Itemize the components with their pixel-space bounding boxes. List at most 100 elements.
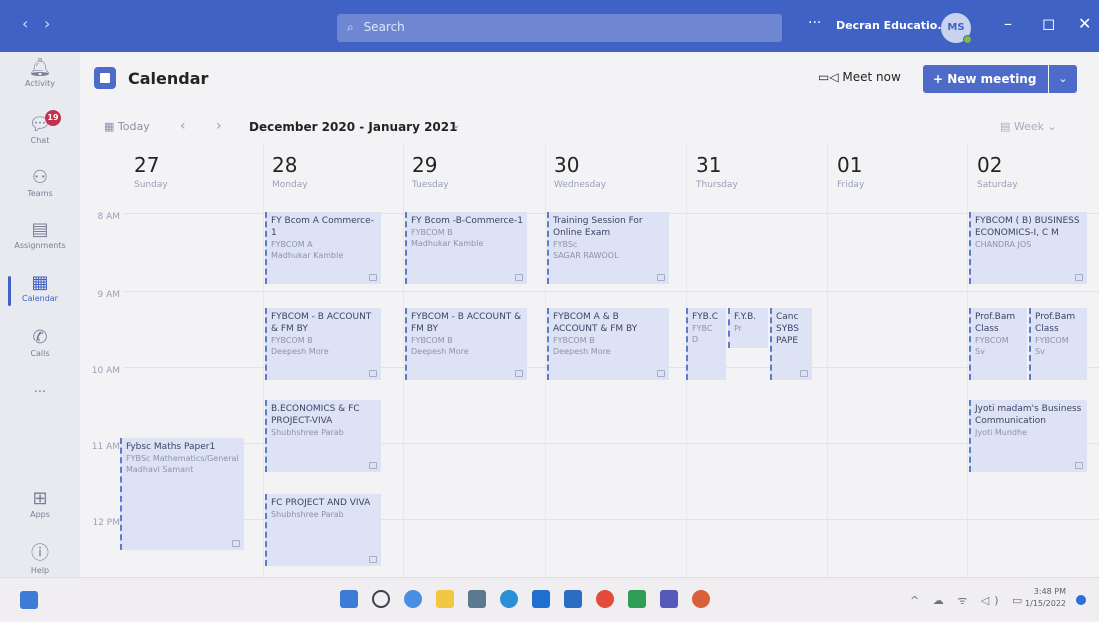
rail-item-activity[interactable]: 🔔︎ Activity [0, 57, 80, 88]
today-button[interactable]: ▦ Today [104, 120, 150, 133]
app-icon[interactable] [692, 590, 710, 608]
calculator-icon[interactable] [468, 590, 486, 608]
calendar-event[interactable]: FYBCOM - B ACCOUNT & FM BY FYBCOM B Deep… [265, 308, 381, 380]
calendar-event[interactable]: FYB.C FYBC D [686, 308, 726, 380]
camera-icon[interactable] [628, 590, 646, 608]
notification-icon[interactable] [1076, 595, 1086, 605]
previous-week-button[interactable]: ‹ [180, 118, 186, 134]
day-number: 01 [837, 153, 863, 177]
calendar-small-icon: ▦ [104, 120, 118, 133]
minimize-button[interactable]: – [1004, 14, 1012, 33]
app-rail: 🔔︎ Activity 💬︎ 19 Chat ⚇ Teams ▤ Assignm… [0, 52, 80, 577]
calendar-event[interactable]: Canc SYBS PAPE [770, 308, 812, 380]
rail-label: Activity [25, 79, 55, 88]
calendar-event[interactable]: FY Bcom -B-Commerce-1 FYBCOM B Madhukar … [405, 212, 527, 284]
rail-item-calendar[interactable]: ▦ Calendar [0, 272, 80, 306]
lens-app-icon[interactable] [532, 590, 550, 608]
forward-arrow-icon[interactable]: › [44, 14, 50, 33]
rail-item-more[interactable]: ··· [0, 385, 80, 400]
rail-item-help[interactable]: ⓘ Help [0, 539, 80, 575]
calendar-event[interactable]: FYBCOM ( B) BUSINESS ECONOMICS-I, C M CH… [969, 212, 1087, 284]
event-organizer: Sv [1035, 347, 1045, 356]
day-name: Sunday [134, 180, 168, 190]
day-name: Friday [837, 180, 865, 190]
event-title: B.ECONOMICS & FC PROJECT-VIVA [271, 404, 360, 426]
new-meeting-dropdown[interactable]: ⌄ [1049, 65, 1077, 93]
chevron-down-icon[interactable]: ⌄ [452, 120, 460, 131]
start-icon[interactable] [340, 590, 358, 608]
event-title: FYBCOM - B ACCOUNT & FM BY [411, 312, 522, 334]
video-camera-icon: ▭◁ [818, 70, 843, 84]
event-title: Prof.Bam Class [975, 312, 1016, 334]
rail-item-chat[interactable]: 💬︎ 19 Chat [0, 110, 80, 145]
windows-taskbar: ^ ☁ ᯤ ◁) ▭ 3:48 PM 1/15/2022 [0, 577, 1099, 622]
day-name: Thursday [696, 180, 738, 190]
search-input[interactable]: ⌕ Search [337, 14, 782, 42]
rail-item-apps[interactable]: ⊞ Apps [0, 488, 80, 519]
event-title: F.Y.B. [734, 312, 757, 322]
org-name[interactable]: Decran Educatio... [836, 19, 950, 32]
event-title: FY Bcom A Commerce-1 [271, 216, 374, 238]
rail-item-assignments[interactable]: ▤ Assignments [0, 219, 80, 250]
calendar-event[interactable]: F.Y.B. Pr [728, 308, 768, 348]
new-meeting-button[interactable]: + New meeting [923, 65, 1048, 93]
date-range[interactable]: December 2020 - January 2021 [249, 120, 457, 134]
chevron-down-icon: ⌄ [1058, 72, 1068, 85]
channel-icon [515, 370, 523, 377]
event-organizer: Deepesh More [271, 347, 329, 356]
event-title: Jyoti madam's Business Communication [975, 404, 1082, 426]
calendar-event[interactable]: FYBCOM A & B ACCOUNT & FM BY FYBCOM B De… [547, 308, 669, 380]
calendar-event[interactable]: Prof.Bam Class FYBCOM Sv [1029, 308, 1087, 380]
rail-label: Teams [27, 189, 53, 198]
calendar-event[interactable]: B.ECONOMICS & FC PROJECT-VIVA Shubhshree… [265, 400, 381, 472]
bell-icon: 🔔︎ [28, 57, 52, 78]
column-divider [545, 144, 546, 577]
day-number: 27 [134, 153, 160, 177]
calendar-event[interactable]: FY Bcom A Commerce-1 FYBCOM A Madhukar K… [265, 212, 381, 284]
calendar-event[interactable]: Fybsc Maths Paper1 FYBSc Mathematics/Gen… [120, 438, 244, 550]
chrome-icon[interactable] [596, 590, 614, 608]
hour-line [124, 291, 1099, 292]
close-button[interactable]: ✕ [1078, 14, 1091, 33]
mail-icon[interactable] [564, 590, 582, 608]
system-tray[interactable]: ^ ☁ ᯤ ◁) ▭ [910, 593, 1027, 608]
calendar-view-icon: ▤ [1000, 120, 1014, 133]
day-name: Saturday [977, 180, 1018, 190]
today-label: Today [117, 120, 150, 133]
edge-browser-icon[interactable] [500, 590, 518, 608]
event-subtitle: FYBCOM [1035, 336, 1069, 345]
day-name: Wednesday [554, 180, 607, 190]
search-icon[interactable] [372, 590, 390, 608]
meet-now-button[interactable]: ▭◁ Meet now [818, 70, 901, 84]
calendar-event[interactable]: FC PROJECT AND VIVA Shubhshree Parab [265, 494, 381, 566]
maximize-button[interactable]: ◻ [1042, 14, 1055, 33]
calendar-event[interactable]: Training Session For Online Exam FYBSc S… [547, 212, 669, 284]
calendar-event[interactable]: FYBCOM - B ACCOUNT & FM BY FYBCOM B Deep… [405, 308, 527, 380]
calendar-event[interactable]: Jyoti madam's Business Communication Jyo… [969, 400, 1087, 472]
next-week-button[interactable]: › [216, 118, 222, 134]
search-placeholder: Search [363, 20, 405, 34]
phone-icon: ✆ [32, 327, 48, 348]
teams-app-icon[interactable] [660, 590, 678, 608]
widgets-icon[interactable] [20, 591, 38, 609]
back-arrow-icon[interactable]: ‹ [22, 14, 28, 33]
channel-icon [369, 462, 377, 469]
event-subtitle: FYBCOM B [411, 228, 453, 237]
event-title: Canc SYBS PAPE [776, 312, 799, 346]
event-organizer: D [692, 335, 699, 344]
channel-icon [232, 540, 240, 547]
event-organizer: SAGAR RAWOOL [553, 251, 619, 260]
chat-app-icon[interactable] [404, 590, 422, 608]
more-options-button[interactable]: ··· [808, 15, 821, 31]
calendar-event[interactable]: Prof.Bam Class FYBCOM Sv [969, 308, 1027, 380]
event-title: Prof.Bam Class [1035, 312, 1076, 334]
day-number: 02 [977, 153, 1003, 177]
view-selector[interactable]: ▤ Week ⌄ [1000, 120, 1057, 133]
avatar[interactable]: MS [941, 13, 972, 44]
system-clock[interactable]: 3:48 PM 1/15/2022 [1025, 586, 1066, 610]
event-organizer: Shubhshree Parab [271, 428, 344, 437]
file-explorer-icon[interactable] [436, 590, 454, 608]
channel-icon [515, 274, 523, 281]
rail-item-calls[interactable]: ✆ Calls [0, 327, 80, 358]
rail-item-teams[interactable]: ⚇ Teams [0, 167, 80, 198]
